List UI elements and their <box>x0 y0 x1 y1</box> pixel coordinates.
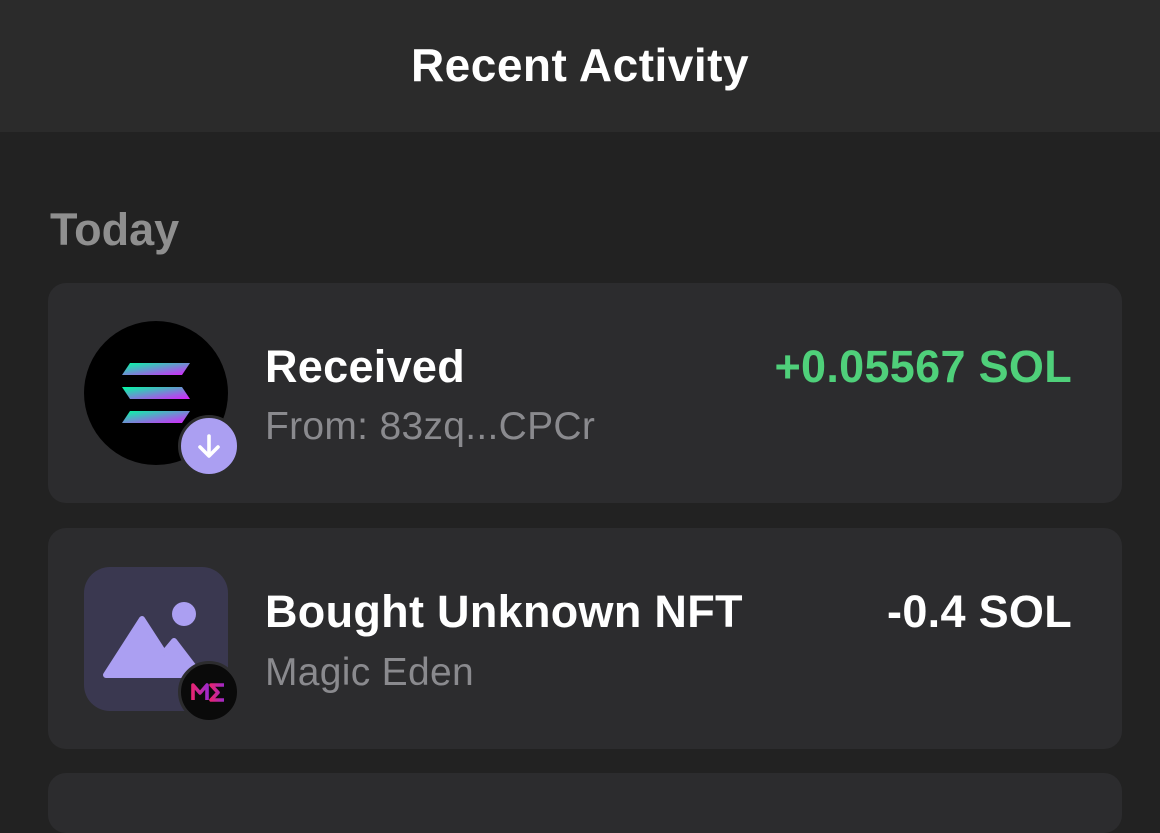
section-label-today: Today <box>50 204 180 255</box>
activity-item-received[interactable]: Received From: 83zq...CPCr +0.05567 SOL <box>48 283 1122 503</box>
activity-amount: -0.4 SOL <box>887 586 1072 637</box>
activity-subtitle: From: 83zq...CPCr <box>265 405 596 448</box>
nft-avatar <box>84 567 240 723</box>
header-bar: Recent Activity <box>0 0 1160 132</box>
magic-eden-logo-icon <box>178 661 240 723</box>
page-title: Recent Activity <box>410 39 750 91</box>
activity-title: Received <box>265 341 466 392</box>
token-avatar <box>84 321 240 477</box>
arrow-down-icon <box>198 434 220 458</box>
image-placeholder-icon <box>84 567 240 723</box>
activity-item-bought-nft[interactable]: Bought Unknown NFT Magic Eden -0.4 SOL <box>48 528 1122 749</box>
badge-received <box>178 415 240 477</box>
solana-icon <box>84 321 240 477</box>
activity-subtitle: Magic Eden <box>265 651 474 694</box>
activity-item-partial[interactable] <box>48 773 1122 833</box>
activity-title: Bought Unknown NFT <box>265 586 743 637</box>
activity-amount: +0.05567 SOL <box>774 341 1072 392</box>
